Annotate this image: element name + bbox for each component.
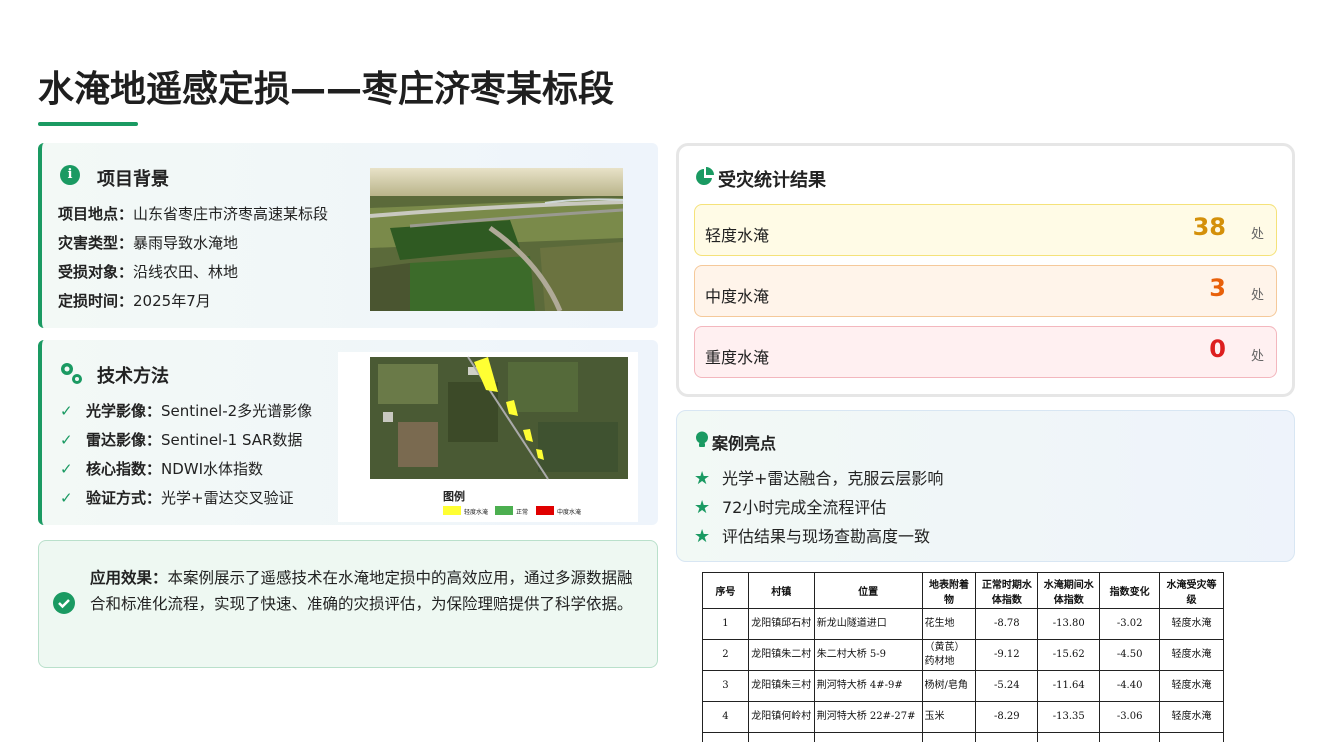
info-location: 项目地点：山东省枣庄市济枣高速某标段 [58, 205, 329, 223]
table-row: 4 龙阳镇何岭村 荆河特大桥 22#-27# 玉米 -8.29 -13.35 -3.06 轻度… [702, 701, 1224, 733]
tech-item-radar: ✓ 雷达影像：Sentinel-1 SAR数据 [60, 431, 303, 449]
table-row: 2 龙阳镇朱二村 朱二村大桥 5-9 （黄芪）药材地 -9.12 -15.62 -4.50 轻… [702, 639, 1224, 671]
check-icon: ✓ [60, 402, 73, 420]
legend-mild: 轻度水淹 [464, 508, 488, 516]
stat-label: 轻度水淹 [705, 226, 770, 245]
table-header: 村镇 [747, 572, 815, 609]
info-damaged-object: 受损对象：沿线农田、林地 [58, 263, 239, 281]
stat-value: 0 [1209, 335, 1226, 363]
stat-row-moderate: 中度水淹 3 处 [694, 265, 1277, 317]
aerial-photo [370, 168, 623, 311]
stat-label: 重度水淹 [705, 348, 770, 367]
title-underline [38, 122, 138, 126]
check-icon: ✓ [60, 431, 73, 449]
stat-unit: 处 [1250, 227, 1264, 242]
highlight-item: ★ 72小时完成全流程评估 [694, 497, 887, 518]
table-row: 1 龙阳镇邱石村 新龙山隧道进口 花生地 -8.78 -13.80 -3.02 轻度水淹 [702, 608, 1224, 640]
legend-title: 图例 [443, 489, 465, 503]
stat-label: 中度水淹 [705, 287, 770, 306]
page-title: 水淹地遥感定损——枣庄济枣某标段 [38, 69, 615, 110]
table-header: 正常时期水体指数 [975, 572, 1039, 609]
table-header: 地表附着物 [921, 572, 977, 609]
table-header-row: 序号 村镇 位置 地表附着物 正常时期水体指数 水淹期间水体指数 指数变化 水淹… [702, 572, 1224, 609]
highlight-item: ★ 评估结果与现场查勘高度一致 [694, 526, 931, 547]
tech-item-index: ✓ 核心指数：NDWI水体指数 [60, 460, 264, 478]
tech-item-optical: ✓ 光学影像：Sentinel-2多光谱影像 [60, 402, 313, 420]
info-disaster-type: 灾害类型：暴雨导致水淹地 [58, 234, 239, 252]
gears-icon [58, 360, 84, 386]
stat-row-mild: 轻度水淹 38 处 [694, 204, 1277, 256]
tech-item-verify: ✓ 验证方式：光学+雷达交叉验证 [60, 489, 294, 507]
check-icon: ✓ [60, 489, 73, 507]
table-header: 指数变化 [1099, 572, 1161, 609]
highlight-item: ★ 光学+雷达融合，克服云层影响 [694, 468, 944, 489]
info-icon: i [60, 165, 80, 185]
table-header: 序号 [702, 572, 749, 609]
table-row: 5 [702, 732, 1224, 742]
project-background-title: 项目背景 [97, 169, 169, 190]
stat-unit: 处 [1250, 349, 1264, 364]
table-row: 3 龙阳镇朱三村 荆河特大桥 4#-9# 杨树/皂角 -5.24 -11.64 -4.40 轻… [702, 670, 1224, 702]
star-icon: ★ [694, 497, 711, 518]
stat-unit: 处 [1250, 288, 1264, 303]
star-icon: ★ [694, 526, 711, 547]
flood-map: 图例 轻度水淹 正常 中度水淹 [338, 352, 638, 522]
pie-chart-icon [695, 167, 715, 187]
table-header: 位置 [813, 572, 923, 609]
table-header: 水淹受灾等级 [1159, 572, 1224, 609]
damage-stats-title: 受灾统计结果 [718, 170, 826, 191]
legend-moderate: 中度水淹 [557, 508, 581, 516]
check-circle-icon [53, 592, 75, 614]
stat-value: 3 [1209, 274, 1226, 302]
damage-table: 序号 村镇 位置 地表附着物 正常时期水体指数 水淹期间水体指数 指数变化 水淹… [702, 572, 1224, 742]
application-effect-text: 应用效果：本案例展示了遥感技术在水淹地定损中的高效应用，通过多源数据融合和标准化… [90, 569, 633, 613]
highlights-title: 案例亮点 [712, 434, 777, 453]
stat-value: 38 [1192, 213, 1226, 241]
stat-row-severe: 重度水淹 0 处 [694, 326, 1277, 378]
legend-normal: 正常 [516, 508, 528, 516]
tech-method-title: 技术方法 [97, 366, 169, 387]
lightbulb-icon [695, 431, 709, 449]
star-icon: ★ [694, 468, 711, 489]
check-icon: ✓ [60, 460, 73, 478]
info-assessment-time: 定损时间：2025年7月 [58, 292, 211, 310]
table-header: 水淹期间水体指数 [1037, 572, 1101, 609]
